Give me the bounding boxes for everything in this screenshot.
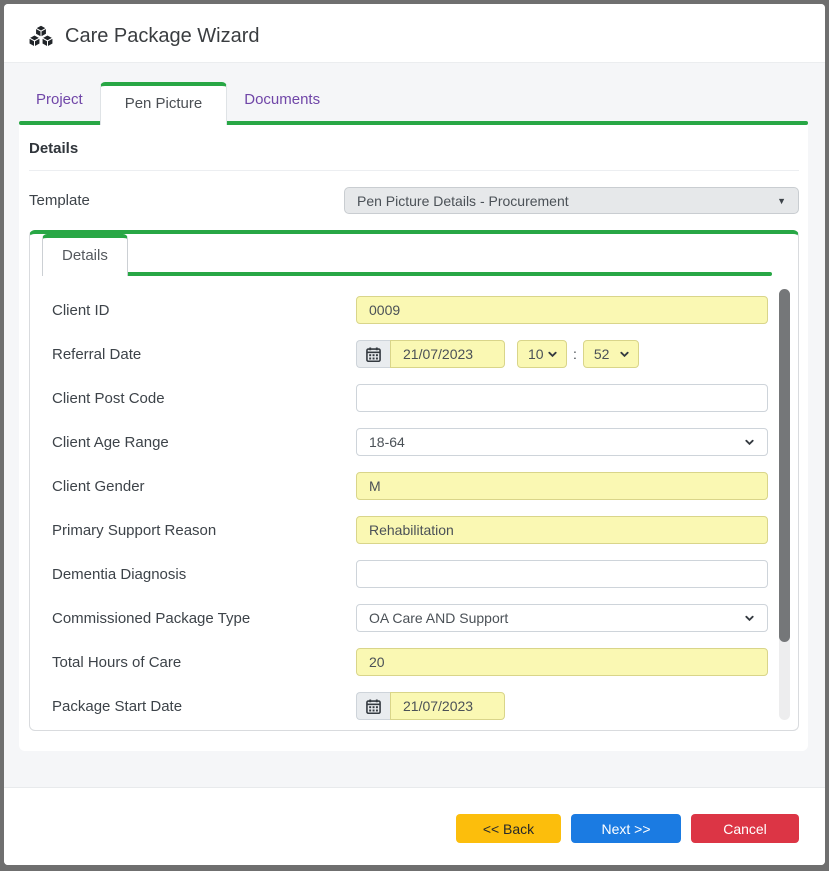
referral-minute-select[interactable]: 52 [583, 340, 639, 368]
client-id-input[interactable] [356, 296, 768, 324]
referral-date-group: 10 : 52 [356, 340, 639, 368]
field-label: Primary Support Reason [52, 522, 356, 539]
panel-tab-divider [43, 272, 772, 276]
template-select-value: Pen Picture Details - Procurement [357, 193, 569, 209]
chevron-down-icon [619, 349, 630, 360]
section-heading: Details [29, 125, 799, 171]
page-title: Care Package Wizard [65, 25, 260, 48]
client-age-range-select[interactable]: 18-64 [356, 428, 768, 456]
form-row-dementia-diagnosis: Dementia Diagnosis [30, 552, 798, 596]
field-label: Client ID [52, 302, 356, 319]
referral-date-calendar-button[interactable] [356, 340, 390, 368]
pen-picture-form: Client ID Referral Date [30, 276, 798, 728]
field-label: Total Hours of Care [52, 654, 356, 671]
panel-tabs: Details [30, 234, 798, 272]
field-label: Client Age Range [52, 434, 356, 451]
total-hours-of-care-input[interactable] [356, 648, 768, 676]
form-row-client-post-code: Client Post Code [30, 376, 798, 420]
form-scrollbar-track[interactable] [779, 289, 790, 720]
form-row-client-id: Client ID [30, 288, 798, 332]
content-zone: Project Pen Picture Documents Details Te… [4, 62, 825, 787]
time-separator: : [573, 346, 577, 362]
select-value: OA Care AND Support [369, 610, 508, 626]
tab-documents[interactable]: Documents [227, 80, 337, 121]
care-package-wizard-window: Care Package Wizard Project Pen Picture … [4, 4, 825, 865]
form-row-package-start-date: Package Start Date [30, 684, 798, 728]
cubes-icon [28, 24, 54, 48]
referral-hour-select[interactable]: 10 [517, 340, 567, 368]
form-scrollbar-thumb[interactable] [779, 289, 790, 642]
chevron-down-icon [744, 613, 755, 624]
tab-pen-picture[interactable]: Pen Picture [100, 82, 228, 125]
field-label: Package Start Date [52, 698, 356, 715]
select-value: 52 [594, 346, 610, 362]
select-value: 18-64 [369, 434, 405, 450]
template-label: Template [29, 192, 90, 209]
field-label: Dementia Diagnosis [52, 566, 356, 583]
package-start-date-calendar-button[interactable] [356, 692, 390, 720]
select-value: 10 [528, 346, 544, 362]
calendar-icon [366, 347, 381, 362]
dementia-diagnosis-input[interactable] [356, 560, 768, 588]
panel-tab-details[interactable]: Details [42, 234, 128, 276]
commissioned-package-type-select[interactable]: OA Care AND Support [356, 604, 768, 632]
form-row-primary-support-reason: Primary Support Reason [30, 508, 798, 552]
cancel-button[interactable]: Cancel [691, 814, 799, 843]
pen-picture-panel: Details Client ID Referral Date [29, 230, 799, 731]
client-post-code-input[interactable] [356, 384, 768, 412]
tab-project[interactable]: Project [19, 80, 100, 121]
caret-down-icon: ▼ [777, 196, 786, 206]
template-select[interactable]: Pen Picture Details - Procurement ▼ [344, 187, 799, 214]
primary-support-reason-input[interactable] [356, 516, 768, 544]
form-row-client-age-range: Client Age Range 18-64 [30, 420, 798, 464]
referral-date-input[interactable] [390, 340, 505, 368]
chevron-down-icon [744, 437, 755, 448]
field-label: Referral Date [52, 346, 356, 363]
form-row-client-gender: Client Gender [30, 464, 798, 508]
app-header: Care Package Wizard [4, 4, 825, 62]
next-button[interactable]: Next >> [571, 814, 681, 843]
back-button[interactable]: << Back [456, 814, 561, 843]
form-row-referral-date: Referral Date [30, 332, 798, 376]
calendar-icon [366, 699, 381, 714]
field-label: Commissioned Package Type [52, 610, 356, 627]
package-start-date-input[interactable] [390, 692, 505, 720]
form-row-commissioned-package-type: Commissioned Package Type OA Care AND Su… [30, 596, 798, 640]
field-label: Client Post Code [52, 390, 356, 407]
chevron-down-icon [547, 349, 558, 360]
wizard-footer: << Back Next >> Cancel [4, 787, 825, 865]
package-start-date-group [356, 692, 505, 720]
field-label: Client Gender [52, 478, 356, 495]
template-row: Template Pen Picture Details - Procureme… [29, 171, 799, 230]
wizard-tabs: Project Pen Picture Documents [19, 80, 808, 121]
form-row-total-hours-of-care: Total Hours of Care [30, 640, 798, 684]
client-gender-input[interactable] [356, 472, 768, 500]
details-card: Details Template Pen Picture Details - P… [19, 125, 808, 751]
